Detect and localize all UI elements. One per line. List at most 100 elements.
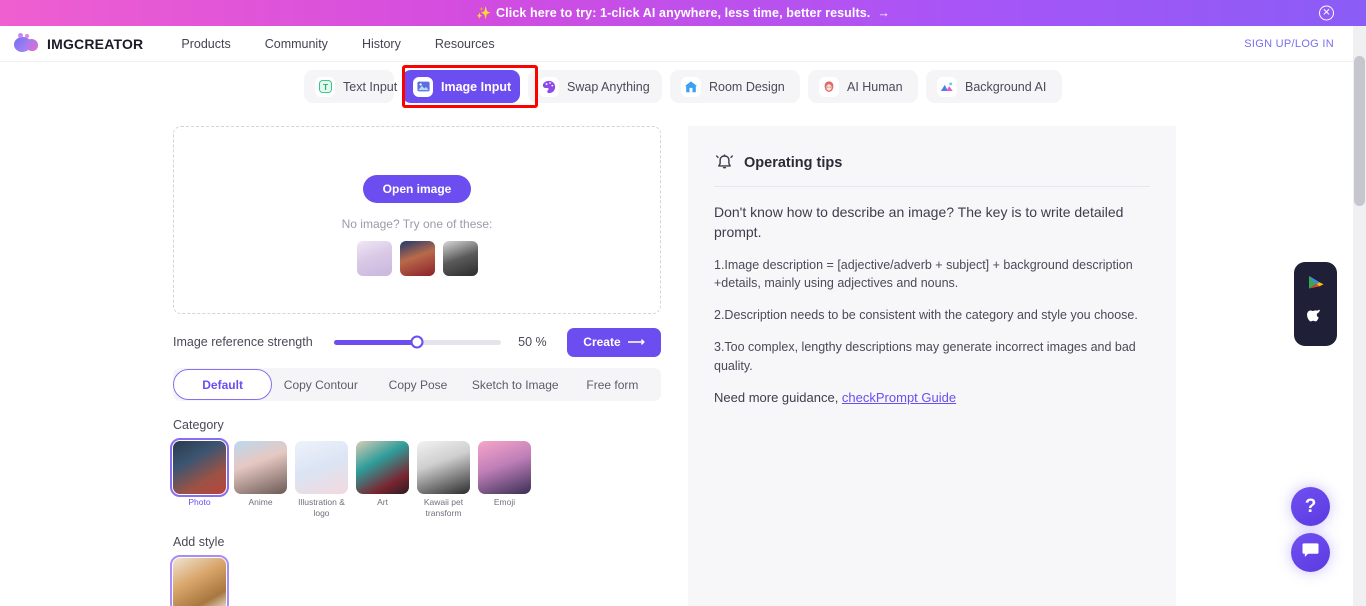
open-image-button[interactable]: Open image xyxy=(362,175,472,203)
mode-tabbar: T Text Input Image Input Swap Anything R… xyxy=(0,70,1366,103)
category-label-illustration-logo: Illustration & logo xyxy=(298,497,345,518)
tips-item-1: 1.Image description = [adjective/adverb … xyxy=(714,257,1133,291)
background-ai-icon xyxy=(937,76,957,97)
strength-slider[interactable] xyxy=(333,335,502,349)
category-label-kawaii-pet: Kawaii pet transform xyxy=(423,497,464,518)
tab-label-text-input: Text Input xyxy=(343,79,398,94)
tab-background-ai[interactable]: Background AI xyxy=(926,70,1062,103)
page-scrollbar-thumb[interactable] xyxy=(1354,56,1365,206)
category-item-kawaii-pet[interactable]: Kawaii pet transform xyxy=(417,441,470,518)
category-title: Category xyxy=(173,418,224,432)
help-button[interactable]: ? xyxy=(1291,487,1330,526)
tab-room-design[interactable]: Room Design xyxy=(670,70,800,103)
mode-tab-default[interactable]: Default xyxy=(173,369,273,400)
tab-label-ai-human: AI Human xyxy=(847,79,903,94)
tab-label-swap-anything: Swap Anything xyxy=(567,79,650,94)
mode-tab-copy-contour[interactable]: Copy Contour xyxy=(272,368,369,401)
category-label-art: Art xyxy=(377,497,388,507)
chat-button[interactable] xyxy=(1291,533,1330,572)
sample-anime-girl[interactable] xyxy=(356,241,392,276)
category-item-illustration-logo[interactable]: Illustration & logo xyxy=(295,441,348,518)
main-nav: Products Community History Resources xyxy=(181,37,494,51)
category-item-art[interactable]: Art xyxy=(356,441,409,518)
category-item-anime[interactable]: Anime xyxy=(234,441,287,518)
close-icon[interactable]: ✕ xyxy=(1319,5,1334,21)
category-row: Photo Anime Illustration & logo Art Kawa… xyxy=(170,438,661,518)
category-label-emoji: Emoji xyxy=(493,497,516,507)
tab-label-image-input: Image Input xyxy=(441,79,512,94)
left-panel: Open image No image? Try one of these: I… xyxy=(170,126,661,606)
category-thumb-illustration-logo xyxy=(295,441,348,494)
tab-swap-anything[interactable]: Swap Anything xyxy=(528,70,662,103)
nav-item-products[interactable]: Products xyxy=(181,37,230,51)
brand-logo-group[interactable]: IMGCREATOR xyxy=(14,33,143,54)
tab-ai-human[interactable]: AI Human xyxy=(808,70,918,103)
category-thumb-photo xyxy=(170,438,229,497)
svg-text:T: T xyxy=(322,82,327,92)
ai-human-icon xyxy=(819,76,839,97)
app-download-badge[interactable] xyxy=(1294,262,1337,346)
category-thumb-emoji xyxy=(478,441,531,494)
image-input-icon xyxy=(413,76,433,97)
promo-message: Click here to try: 1-click AI anywhere, … xyxy=(496,6,871,20)
bell-icon xyxy=(714,152,735,173)
mode-tab-sketch-to-image[interactable]: Sketch to Image xyxy=(467,368,564,401)
category-thumb-anime xyxy=(234,441,287,494)
promo-banner[interactable]: ✨ Click here to try: 1-click AI anywhere,… xyxy=(0,0,1366,26)
nav-item-resources[interactable]: Resources xyxy=(435,37,495,51)
site-header: IMGCREATOR Products Community History Re… xyxy=(0,26,1366,62)
swap-anything-icon xyxy=(539,76,559,97)
tab-label-room-design: Room Design xyxy=(709,79,785,94)
nav-item-community[interactable]: Community xyxy=(265,37,328,51)
signup-login-link[interactable]: SIGN UP/LOG IN xyxy=(1244,38,1334,50)
strength-slider-knob[interactable] xyxy=(410,335,424,349)
operating-tips-panel: Operating tips Don't know how to describ… xyxy=(688,126,1176,606)
chat-icon xyxy=(1302,542,1319,563)
tips-footer: Need more guidance, checkPrompt Guide xyxy=(714,390,1150,405)
strength-row: Image reference strength 50 % Create ⟶ xyxy=(173,327,661,357)
tips-title: Operating tips xyxy=(744,154,843,171)
mode-tab-copy-pose[interactable]: Copy Pose xyxy=(369,368,466,401)
arrow-right-icon: ⟶ xyxy=(627,335,645,349)
google-play-icon[interactable] xyxy=(1306,274,1326,300)
category-item-photo[interactable]: Photo xyxy=(170,438,229,518)
tab-text-input[interactable]: T Text Input xyxy=(304,70,398,103)
add-style-thumb-photo-realistic[interactable] xyxy=(170,555,229,606)
sample-photo-portrait[interactable] xyxy=(442,241,478,276)
tips-header: Operating tips xyxy=(688,126,1176,173)
apple-icon[interactable] xyxy=(1306,308,1325,334)
create-button-label: Create xyxy=(583,335,621,349)
image-dropzone[interactable]: Open image No image? Try one of these: xyxy=(173,126,661,314)
mode-tab-free-form[interactable]: Free form xyxy=(564,368,661,401)
category-thumb-kawaii-pet xyxy=(417,441,470,494)
strength-value: 50 % xyxy=(518,335,547,349)
tips-footer-prefix: Need more guidance, xyxy=(714,390,842,406)
generation-mode-tabs: Default Copy Contour Copy Pose Sketch to… xyxy=(173,368,661,401)
category-thumb-art xyxy=(356,441,409,494)
category-label-photo: Photo xyxy=(188,497,211,507)
tips-item-3: 3.Too complex, lengthy descriptions may … xyxy=(714,339,1136,373)
prompt-guide-link[interactable]: checkPrompt Guide xyxy=(842,390,956,405)
category-item-emoji[interactable]: Emoji xyxy=(478,441,531,518)
promo-text: ✨ Click here to try: 1-click AI anywhere,… xyxy=(476,6,890,20)
add-style-title: Add style xyxy=(173,535,225,550)
sparkle-icon: ✨ xyxy=(476,6,492,20)
strength-label: Image reference strength xyxy=(173,335,313,349)
tips-body: Don't know how to describe an image? The… xyxy=(688,202,1176,405)
tips-divider xyxy=(714,186,1150,187)
tips-lead: Don't know how to describe an image? The… xyxy=(714,204,1124,241)
tips-item-2: 2.Description needs to be consistent wit… xyxy=(714,308,1138,323)
category-label-anime: Anime xyxy=(248,497,273,507)
brand-name: IMGCREATOR xyxy=(47,35,144,52)
nav-item-history[interactable]: History xyxy=(362,37,401,51)
add-style-item[interactable]: Photo realistic xyxy=(170,555,661,606)
page-scrollbar[interactable] xyxy=(1353,26,1366,606)
sample-images-row xyxy=(356,241,478,276)
tab-label-background-ai: Background AI xyxy=(965,79,1047,94)
no-image-hint: No image? Try one of these: xyxy=(341,217,493,231)
imgcreator-logo-icon xyxy=(14,33,40,54)
create-button[interactable]: Create ⟶ xyxy=(567,327,661,357)
sample-fantasy-portrait[interactable] xyxy=(399,241,435,276)
tab-image-input[interactable]: Image Input xyxy=(402,70,520,103)
room-design-icon xyxy=(681,76,701,97)
